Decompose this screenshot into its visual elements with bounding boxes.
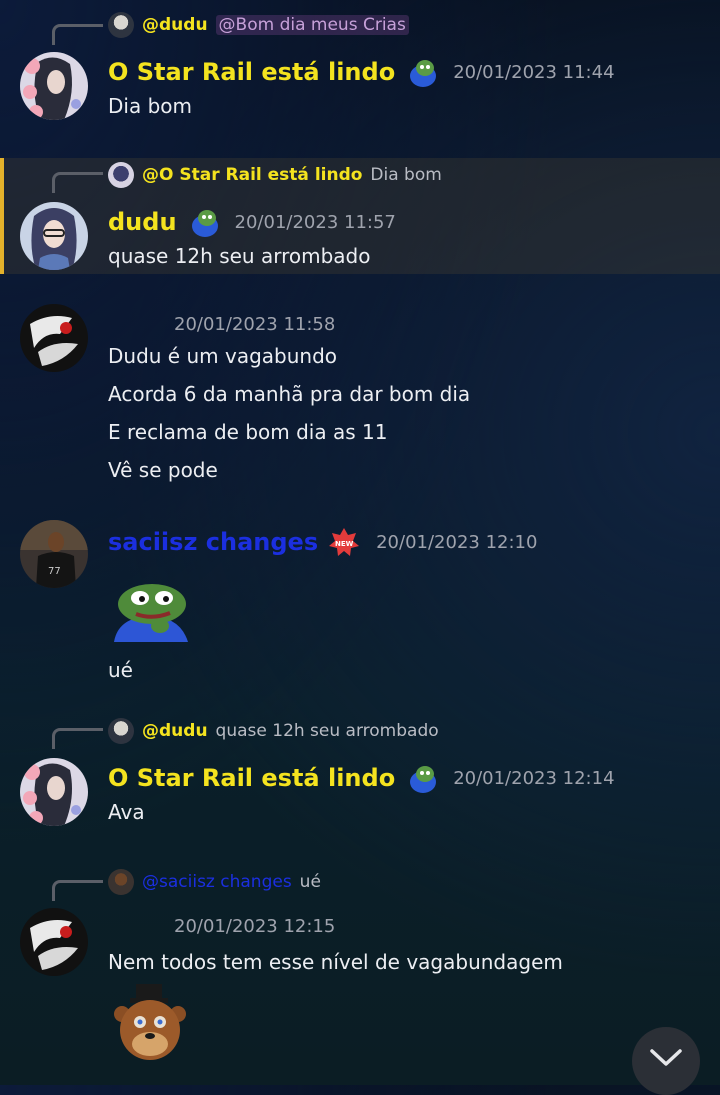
message-line: Vê se pode <box>108 458 218 482</box>
reply-avatar <box>108 718 134 744</box>
freddy-sticker[interactable] <box>108 984 192 1068</box>
reply-username[interactable]: @saciisz changes <box>142 872 292 892</box>
message-5: @dudu quase 12h seu arrombado O Star Rai… <box>0 712 720 842</box>
message-line: Dia bom <box>108 94 192 118</box>
message-3: 20/01/2023 11:58 Dudu é um vagabundo Aco… <box>0 290 720 500</box>
reply-text: @Bom dia meus Crias <box>215 15 409 35</box>
username[interactable]: O Star Rail está lindo <box>108 58 395 86</box>
message-line: E reclama de bom dia as 11 <box>108 420 388 444</box>
message-line: Dudu é um vagabundo <box>108 344 338 368</box>
reply-avatar <box>108 869 134 895</box>
reply-avatar <box>108 162 134 188</box>
pepe-badge-icon <box>405 762 437 794</box>
reply-text: ué <box>299 872 321 892</box>
reply-connector <box>52 24 103 45</box>
message-header: dudu 20/01/2023 11:57 <box>108 206 396 238</box>
reply-avatar <box>108 12 134 38</box>
chevron-down-icon <box>648 1047 684 1073</box>
reply-preview[interactable]: @O Star Rail está lindo Dia bom <box>108 162 442 188</box>
pepe-badge-icon <box>187 206 219 238</box>
message-header: O Star Rail está lindo 20/01/2023 12:14 <box>108 762 615 794</box>
avatar[interactable] <box>20 758 88 826</box>
reply-username[interactable]: @dudu <box>142 15 208 35</box>
message-header: O Star Rail está lindo 20/01/2023 11:44 <box>108 56 615 88</box>
reply-preview[interactable]: @dudu @Bom dia meus Crias <box>108 12 409 38</box>
message-2-highlighted: @O Star Rail está lindo Dia bom dudu 20/… <box>0 158 720 274</box>
pepe-sticker[interactable] <box>108 580 192 642</box>
avatar[interactable] <box>20 304 88 372</box>
reply-text: quase 12h seu arrombado <box>215 721 439 741</box>
reply-username[interactable]: @dudu <box>142 721 208 741</box>
reply-preview[interactable]: @saciisz changes ué <box>108 869 321 895</box>
reply-connector <box>52 172 103 193</box>
avatar[interactable] <box>20 52 88 120</box>
message-line: ué <box>108 658 133 682</box>
message-4: 77 saciisz changes NEW 20/01/2023 12:10 … <box>0 510 720 700</box>
message-line: Ava <box>108 800 145 824</box>
reply-text: Dia bom <box>370 165 442 185</box>
timestamp: 20/01/2023 12:14 <box>453 767 615 789</box>
message-header: 20/01/2023 12:15 <box>168 916 335 937</box>
message-line: Acorda 6 da manhã pra dar bom dia <box>108 382 471 406</box>
username[interactable]: dudu <box>108 208 177 236</box>
timestamp: 20/01/2023 11:58 <box>174 314 336 335</box>
reply-connector <box>52 728 103 749</box>
svg-text:77: 77 <box>48 566 61 577</box>
avatar[interactable] <box>20 202 88 270</box>
timestamp: 20/01/2023 12:15 <box>174 916 336 937</box>
message-line: Nem todos tem esse nível de vagabundagem <box>108 950 563 974</box>
pepe-badge-icon <box>405 56 437 88</box>
message-6: @saciisz changes ué 20/01/2023 12:15 Nem… <box>0 862 720 1085</box>
reply-username[interactable]: @O Star Rail está lindo <box>142 165 362 185</box>
timestamp: 20/01/2023 11:57 <box>234 211 396 233</box>
message-1: @dudu @Bom dia meus Crias O Star Rail es… <box>0 0 720 150</box>
svg-text:NEW: NEW <box>335 540 354 548</box>
avatar[interactable]: 77 <box>20 520 88 588</box>
avatar[interactable] <box>20 908 88 976</box>
timestamp: 20/01/2023 12:10 <box>376 531 538 553</box>
reply-preview[interactable]: @dudu quase 12h seu arrombado <box>108 718 439 744</box>
timestamp: 20/01/2023 11:44 <box>453 61 615 83</box>
new-badge-icon: NEW <box>328 526 360 558</box>
username[interactable]: O Star Rail está lindo <box>108 764 395 792</box>
username[interactable]: saciisz changes <box>108 528 318 556</box>
message-header: saciisz changes NEW 20/01/2023 12:10 <box>108 526 537 558</box>
message-line: quase 12h seu arrombado <box>108 244 371 268</box>
reply-connector <box>52 880 103 901</box>
message-header: 20/01/2023 11:58 <box>168 314 335 335</box>
